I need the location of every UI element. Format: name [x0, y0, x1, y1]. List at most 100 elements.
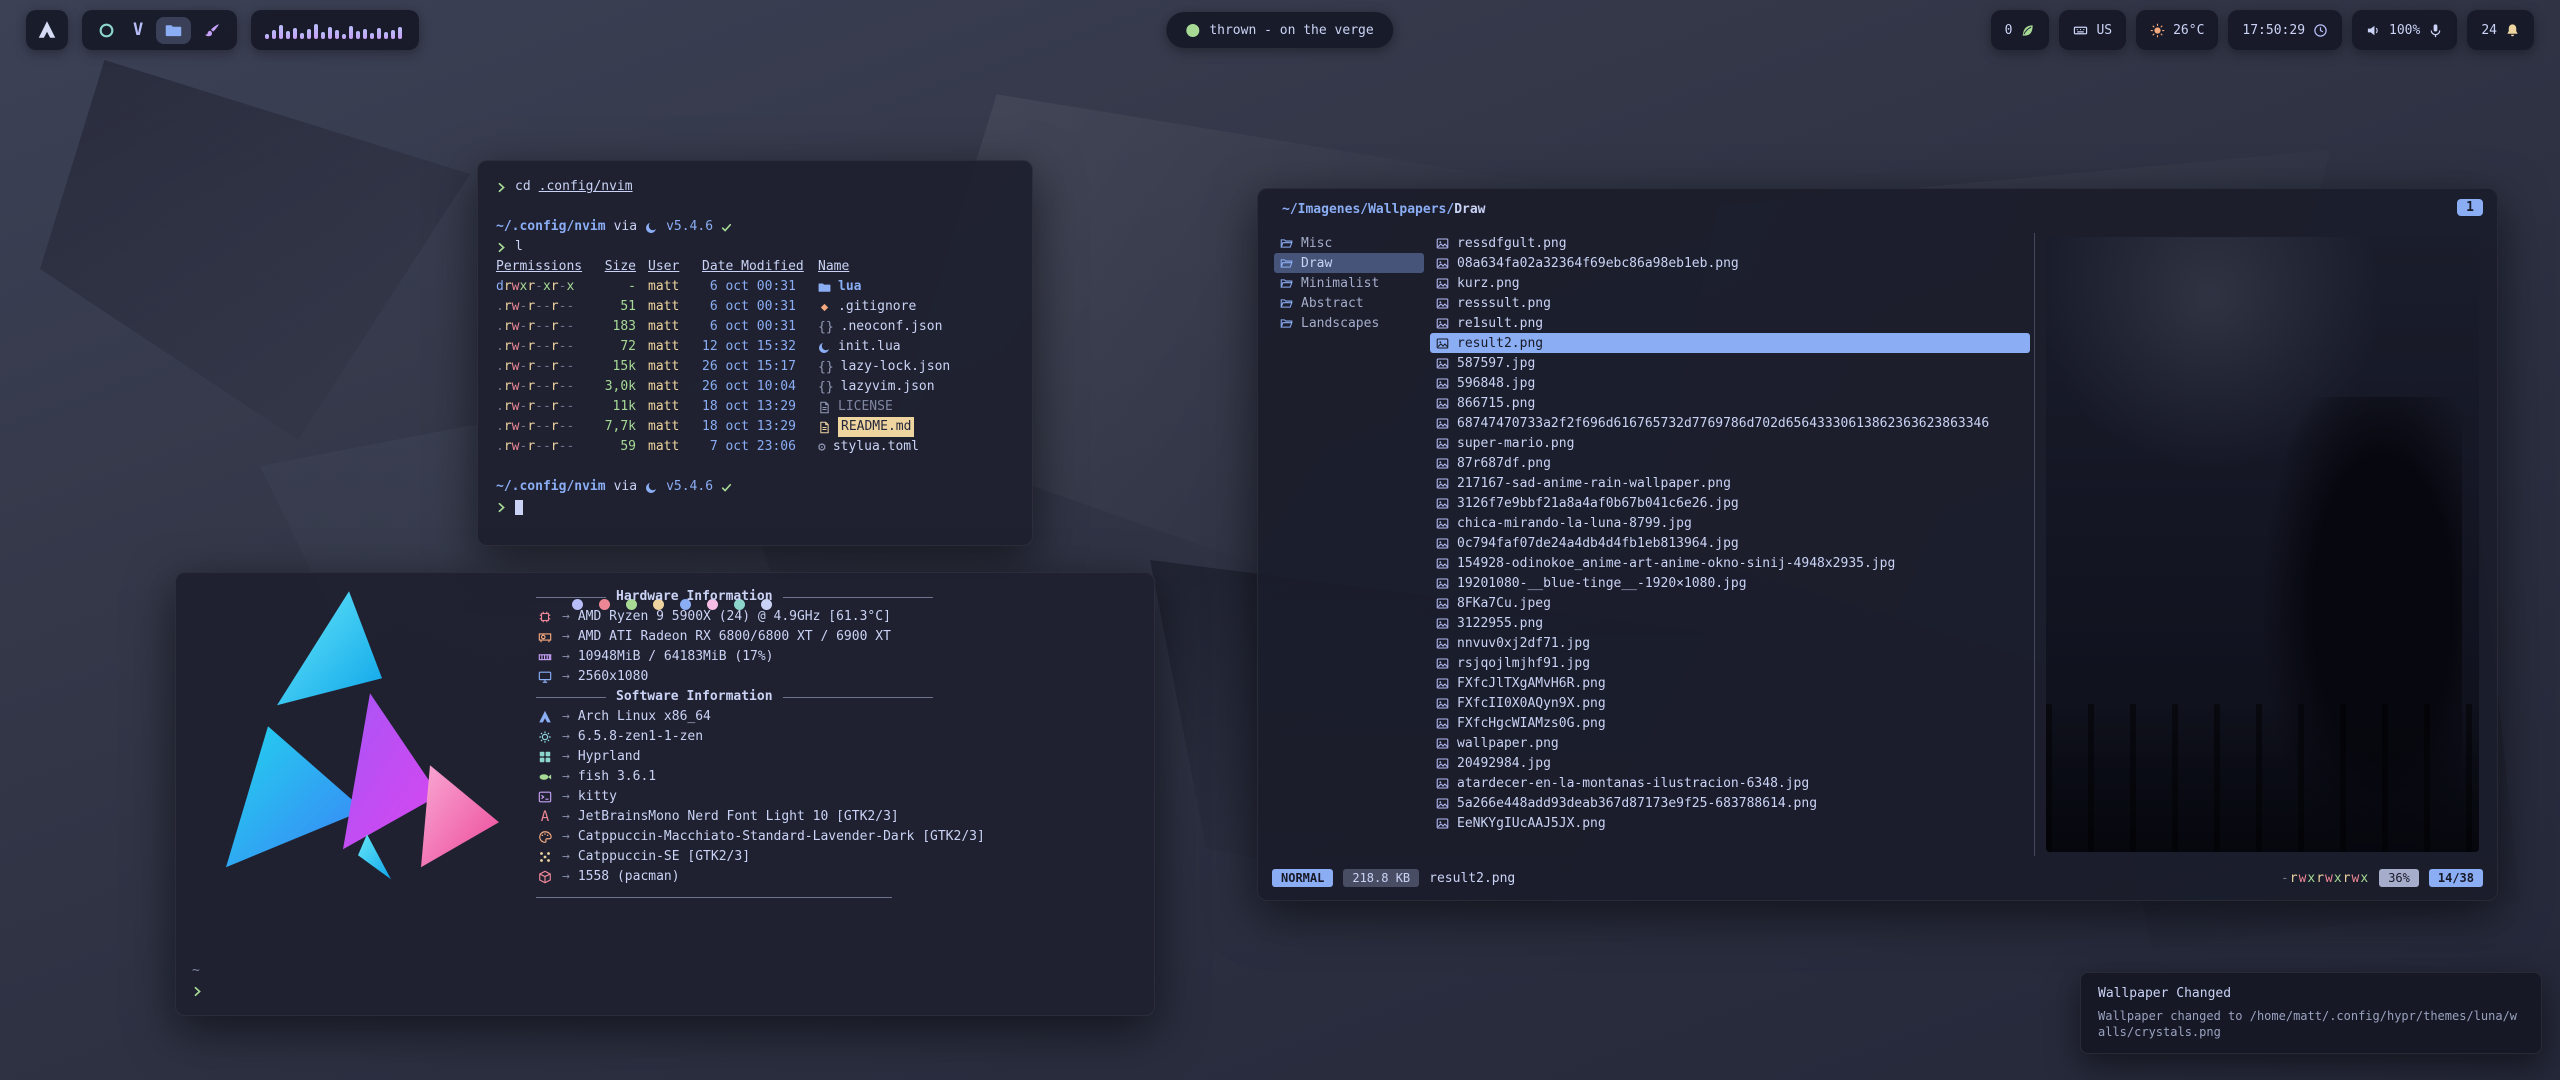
file-item[interactable]: EeNKYgIUcAAJ5JX.png — [1430, 813, 2030, 833]
file-user: matt — [648, 437, 690, 457]
file-user: matt — [648, 417, 690, 437]
file-item[interactable]: rsjqojlmjhf91.jpg — [1430, 653, 2030, 673]
fetch-row: →1558 (pacman) — [536, 867, 1130, 887]
temperature-module[interactable]: 26°C — [2136, 10, 2218, 50]
fetch-value: 2560x1080 — [578, 667, 648, 687]
files-app-button[interactable] — [156, 17, 191, 44]
file-item[interactable]: 866715.png — [1430, 393, 2030, 413]
file-item[interactable]: 19201080-__blue-tinge__-1920×1080.jpg — [1430, 573, 2030, 593]
file-permissions: .rw-r--r-- — [496, 317, 582, 337]
editor-app-button[interactable]: V — [133, 22, 143, 39]
image-icon — [1436, 297, 1449, 310]
arrow-icon: → — [562, 607, 570, 627]
file-item[interactable]: super-mario.png — [1430, 433, 2030, 453]
file-item[interactable]: 20492984.jpg — [1430, 753, 2030, 773]
file-user: matt — [648, 357, 690, 377]
file-type-icon: {} — [818, 321, 834, 334]
file-name-text: LICENSE — [838, 397, 893, 417]
file-name: 154928-odinokoe_anime-art-anime-okno-sin… — [1457, 556, 1895, 571]
launcher-button[interactable] — [26, 10, 68, 50]
keyboard-layout-module[interactable]: US — [2059, 10, 2126, 50]
volume-module[interactable]: 100% — [2352, 10, 2457, 50]
file-name: resssult.png — [1457, 296, 1551, 311]
image-icon — [1436, 817, 1449, 830]
file-item[interactable]: chica-mirando-la-luna-8799.jpg — [1430, 513, 2030, 533]
file-item[interactable]: 3126f7e9bbf21a8a4af0b67b041c6e26.jpg — [1430, 493, 2030, 513]
file-name-text: .neoconf.json — [841, 317, 943, 337]
file-date: 7 oct 23:06 — [702, 437, 806, 457]
prompt-icon — [496, 242, 507, 253]
file-manager-window[interactable]: ~/Imagenes/Wallpapers/Draw 1 MiscDrawMin… — [1257, 188, 2498, 901]
file-item[interactable]: nnvuv0xj2df71.jpg — [1430, 633, 2030, 653]
file-item[interactable]: ressdfgult.png — [1430, 233, 2030, 253]
file-item[interactable]: 154928-odinokoe_anime-art-anime-okno-sin… — [1430, 553, 2030, 573]
clock-module[interactable]: 17:50:29 — [2228, 10, 2342, 50]
updates-module[interactable]: 0 — [1991, 10, 2050, 50]
file-size: 7,7k — [594, 417, 636, 437]
file-name: lua — [818, 277, 1014, 297]
file-name: init.lua — [818, 337, 1014, 357]
file-item[interactable]: FXfcII0X0AQyn9X.png — [1430, 693, 2030, 713]
file-item[interactable]: 8FKa7Cu.jpeg — [1430, 593, 2030, 613]
audio-visualizer[interactable] — [251, 10, 419, 50]
file-item[interactable]: 217167-sad-anime-rain-wallpaper.png — [1430, 473, 2030, 493]
prompt-icon — [192, 986, 203, 997]
music-icon — [1186, 24, 1199, 37]
file-item[interactable]: 87r687df.png — [1430, 453, 2030, 473]
folder-icon — [1280, 297, 1293, 310]
file-name: .gitignore — [818, 297, 1014, 317]
file-item[interactable]: 08a634fa02a32364f69ebc86a98eb1eb.png — [1430, 253, 2030, 273]
status-filename: result2.png — [1429, 871, 1515, 886]
tab-indicator[interactable]: 1 — [2457, 199, 2483, 216]
scroll-percent-badge: 36% — [2379, 869, 2419, 887]
font-icon: A — [536, 810, 554, 824]
terminal-window[interactable]: cd .config/nvim ~/.config/nvim via v5.4.… — [477, 160, 1033, 546]
visualizer-bar — [321, 32, 325, 39]
fetch-value: kitty — [578, 787, 617, 807]
folder-icon — [1280, 257, 1293, 270]
file-permissions: .rw-r--r-- — [496, 337, 582, 357]
directory-item[interactable]: Minimalist — [1274, 273, 1424, 293]
browser-app-button[interactable] — [98, 22, 115, 39]
file-item[interactable]: FXfcHgcWIAMzs0G.png — [1430, 713, 2030, 733]
file-item[interactable]: kurz.png — [1430, 273, 2030, 293]
directory-item[interactable]: Landscapes — [1274, 313, 1424, 333]
file-item[interactable]: resssult.png — [1430, 293, 2030, 313]
circle-app-icon — [98, 22, 115, 39]
file-item[interactable]: 596848.jpg — [1430, 373, 2030, 393]
file-item[interactable]: 5a266e448add93deab367d87173e9f25-6837886… — [1430, 793, 2030, 813]
file-item[interactable]: re1sult.png — [1430, 313, 2030, 333]
notification-popup[interactable]: Wallpaper Changed Wallpaper changed to /… — [2080, 972, 2542, 1054]
file-item[interactable]: 3122955.png — [1430, 613, 2030, 633]
fetch-value: Catppuccin-Macchiato-Standard-Lavender-D… — [578, 827, 985, 847]
file-item[interactable]: wallpaper.png — [1430, 733, 2030, 753]
file-item[interactable]: 68747470733a2f2f696d616765732d7769786d70… — [1430, 413, 2030, 433]
file-item[interactable]: result2.png — [1430, 333, 2030, 353]
ls-header-name: Name — [818, 257, 1014, 277]
directory-item[interactable]: Abstract — [1274, 293, 1424, 313]
file-name: rsjqojlmjhf91.jpg — [1457, 656, 1590, 671]
directory-item[interactable]: Misc — [1274, 233, 1424, 253]
file-name: 866715.png — [1457, 396, 1535, 411]
file-type-icon — [818, 341, 831, 354]
image-icon — [1436, 677, 1449, 690]
file-name: {} .neoconf.json — [818, 317, 1014, 337]
image-icon — [1436, 277, 1449, 290]
music-widget[interactable]: thrown - on the verge — [1166, 12, 1393, 48]
file-item[interactable]: FXfcJlTXgAMvH6R.png — [1430, 673, 2030, 693]
file-name: README.md — [818, 417, 1014, 437]
memory-icon — [536, 650, 554, 664]
notifications-module[interactable]: 24 — [2467, 10, 2534, 50]
file-item[interactable]: 587597.jpg — [1430, 353, 2030, 373]
file-item[interactable]: 0c794faf07de24a4db4d4fb1eb813964.jpg — [1430, 533, 2030, 553]
directory-item[interactable]: Draw — [1274, 253, 1424, 273]
file-name: super-mario.png — [1457, 436, 1574, 451]
fetch-box-bottom — [536, 897, 892, 898]
fetch-value: 6.5.8-zen1-1-zen — [578, 727, 703, 747]
image-icon — [1436, 357, 1449, 370]
fetch-terminal-window[interactable]: Hardware Information→AMD Ryzen 9 5900X (… — [175, 572, 1155, 1016]
theme-app-button[interactable] — [204, 22, 221, 39]
file-name: EeNKYgIUcAAJ5JX.png — [1457, 816, 1606, 831]
keyboard-icon — [2073, 23, 2088, 38]
file-item[interactable]: atardecer-en-la-montanas-ilustracion-634… — [1430, 773, 2030, 793]
